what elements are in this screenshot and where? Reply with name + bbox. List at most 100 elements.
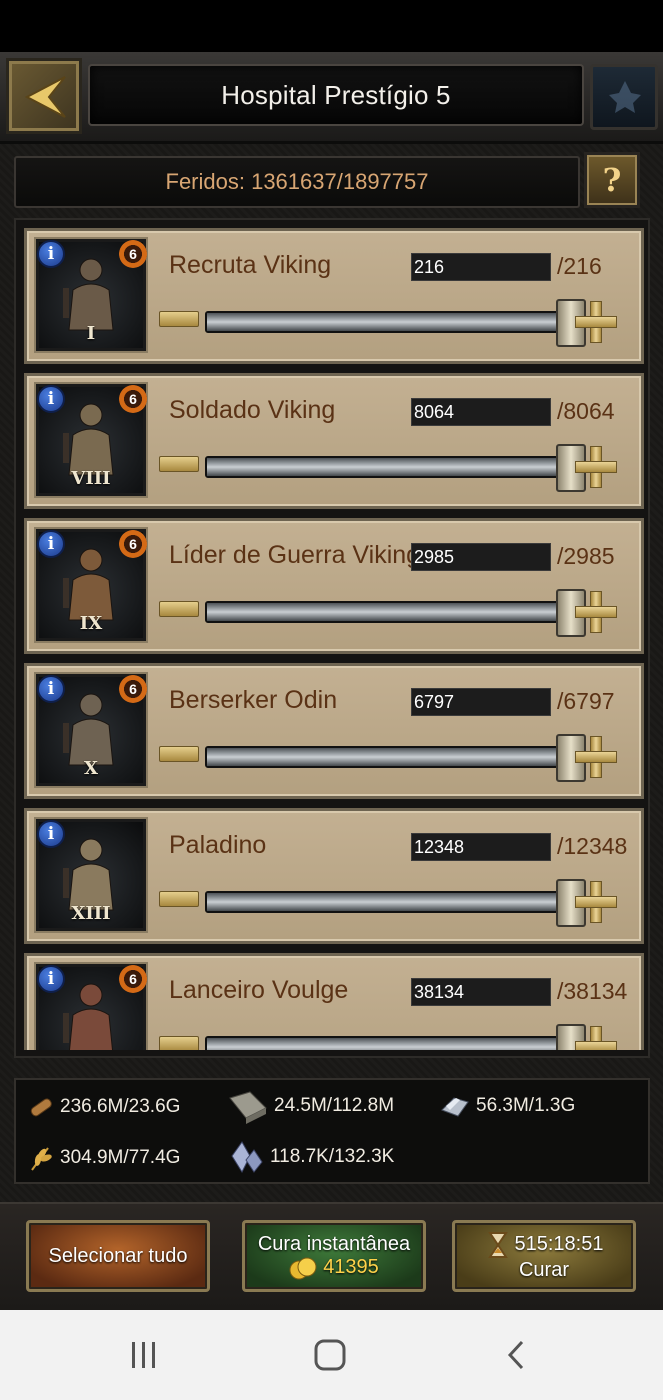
rank-badge: 6 [119, 965, 147, 993]
troop-list-viewport: i 6 I Recruta Viking 216 /216 i 6 VIII S… [24, 228, 644, 1050]
header: Hospital Prestígio 5 [0, 52, 663, 144]
rank-badge: 6 [119, 530, 147, 558]
status-bar [0, 0, 663, 52]
silver-icon [231, 1141, 263, 1174]
wounded-bar: Feridos: 1361637/1897757 [14, 156, 580, 208]
slider-fill [207, 458, 571, 476]
quantity-slider[interactable] [205, 589, 586, 637]
quantity-max: /12348 [557, 833, 628, 859]
troop-card: i 6 I Recruta Viking 216 /216 [24, 228, 644, 364]
troop-tier: I [86, 323, 96, 344]
minus-button[interactable] [159, 1036, 199, 1050]
nav-back-button[interactable] [496, 1338, 536, 1372]
plus-button[interactable] [575, 736, 617, 778]
troop-name: Soldado Viking [169, 396, 336, 424]
quantity-input[interactable]: 8064 [411, 398, 551, 426]
question-icon: ? [602, 161, 622, 199]
resource-iron-value: 56.3M/1.3G [476, 1095, 576, 1116]
info-icon[interactable]: i [37, 965, 65, 993]
instant-cure-label: Cura instantânea [257, 1232, 411, 1255]
slider-fill [207, 1038, 571, 1050]
wood-icon [30, 1098, 52, 1117]
iron-icon [441, 1097, 469, 1117]
troop-list[interactable]: i 6 I Recruta Viking 216 /216 i 6 VIII S… [14, 218, 650, 1058]
quantity-input[interactable]: 2985 [411, 543, 551, 571]
troop-card: i 6 VIII Soldado Viking 8064 /8064 [24, 373, 644, 509]
troop-portrait[interactable]: i XIII [36, 819, 146, 931]
troop-card: i XIII Paladino 12348 /12348 [24, 808, 644, 944]
quantity-slider[interactable] [205, 1024, 586, 1050]
heal-time-value: 515:18:51 [514, 1233, 604, 1255]
info-icon[interactable]: i [37, 675, 65, 703]
quantity-input[interactable]: 38134 [411, 978, 551, 1006]
heal-time: 515:18:51 [485, 1231, 604, 1259]
resource-wood: 236.6M/23.6G [28, 1094, 180, 1120]
troop-portrait[interactable]: i 6 I [36, 239, 147, 351]
troop-portrait[interactable]: i 6 VIII [36, 384, 147, 496]
quantity-input[interactable]: 6797 [411, 688, 551, 716]
troop-figure-icon [63, 548, 114, 621]
quantity-slider[interactable] [205, 444, 586, 492]
slider-fill [207, 603, 571, 621]
quantity-input[interactable]: 216 [411, 253, 551, 281]
back-arrow-icon [24, 76, 66, 118]
troop-portrait[interactable]: i 6 [36, 964, 147, 1050]
troop-figure-icon [63, 403, 114, 476]
info-icon[interactable]: i [37, 385, 65, 413]
troop-tier: XIII [71, 903, 111, 924]
quantity-slider[interactable] [205, 879, 586, 927]
resource-food-value: 304.9M/77.4G [60, 1147, 181, 1168]
resource-silver-value: 118.7K/132.3K [270, 1146, 395, 1167]
title-plate: Hospital Prestígio 5 [88, 64, 584, 126]
instant-cure-cost-value: 41395 [323, 1256, 379, 1278]
plus-button[interactable] [575, 446, 617, 488]
resources-panel: 236.6M/23.6G 24.5M/112.8M 56.3M/1.3G 304… [14, 1078, 650, 1184]
troop-figure-icon [63, 258, 114, 331]
hospital-screen: Hospital Prestígio 5 Feridos: 1361637/18… [0, 52, 663, 1310]
emblem-icon [590, 64, 658, 130]
select-all-button[interactable]: Selecionar tudo [26, 1220, 210, 1292]
quantity-input[interactable]: 12348 [411, 833, 551, 861]
rank-badge: 6 [119, 385, 147, 413]
minus-button[interactable] [159, 746, 199, 762]
quantity-max: /6797 [557, 688, 615, 714]
quantity-max: /8064 [557, 398, 615, 424]
troop-portrait[interactable]: i 6 X [36, 674, 147, 786]
quantity-slider[interactable] [205, 734, 586, 782]
action-bar: Selecionar tudo Cura instantânea 41395 5… [0, 1202, 663, 1310]
troop-tier: IX [79, 613, 103, 634]
instant-cure-button[interactable]: Cura instantânea 41395 [242, 1220, 426, 1292]
back-button[interactable] [6, 58, 82, 134]
quantity-max: /216 [557, 253, 602, 279]
info-icon[interactable]: i [37, 820, 65, 848]
info-icon[interactable]: i [37, 530, 65, 558]
minus-button[interactable] [159, 311, 199, 327]
plus-button[interactable] [575, 591, 617, 633]
resource-stone-value: 24.5M/112.8M [274, 1095, 395, 1116]
stone-icon [229, 1091, 267, 1124]
troop-tier: X [84, 758, 98, 779]
plus-button[interactable] [575, 881, 617, 923]
resource-iron: 56.3M/1.3G [440, 1092, 575, 1120]
troop-name: Líder de Guerra Viking [169, 541, 421, 569]
recent-apps-button[interactable] [124, 1338, 164, 1372]
quantity-slider[interactable] [205, 299, 586, 347]
select-all-label: Selecionar tudo [48, 1244, 188, 1267]
info-icon[interactable]: i [37, 240, 65, 268]
plus-button[interactable] [575, 1026, 617, 1050]
minus-button[interactable] [159, 456, 199, 472]
heal-button[interactable]: 515:18:51 Curar [452, 1220, 636, 1292]
help-button[interactable]: ? [584, 152, 640, 208]
minus-button[interactable] [159, 891, 199, 907]
troop-portrait[interactable]: i 6 IX [36, 529, 147, 641]
instant-cure-cost: 41395 [289, 1256, 379, 1280]
home-button[interactable] [310, 1338, 350, 1372]
resource-wood-value: 236.6M/23.6G [60, 1096, 181, 1117]
troop-card: i 6 Lanceiro Voulge 38134 /38134 [24, 953, 644, 1050]
minus-button[interactable] [159, 601, 199, 617]
slider-fill [207, 748, 571, 766]
plus-button[interactable] [575, 301, 617, 343]
wounded-count: Feridos: 1361637/1897757 [165, 169, 429, 194]
troop-card: i 6 X Berserker Odin 6797 /6797 [24, 663, 644, 799]
slider-fill [207, 893, 571, 911]
